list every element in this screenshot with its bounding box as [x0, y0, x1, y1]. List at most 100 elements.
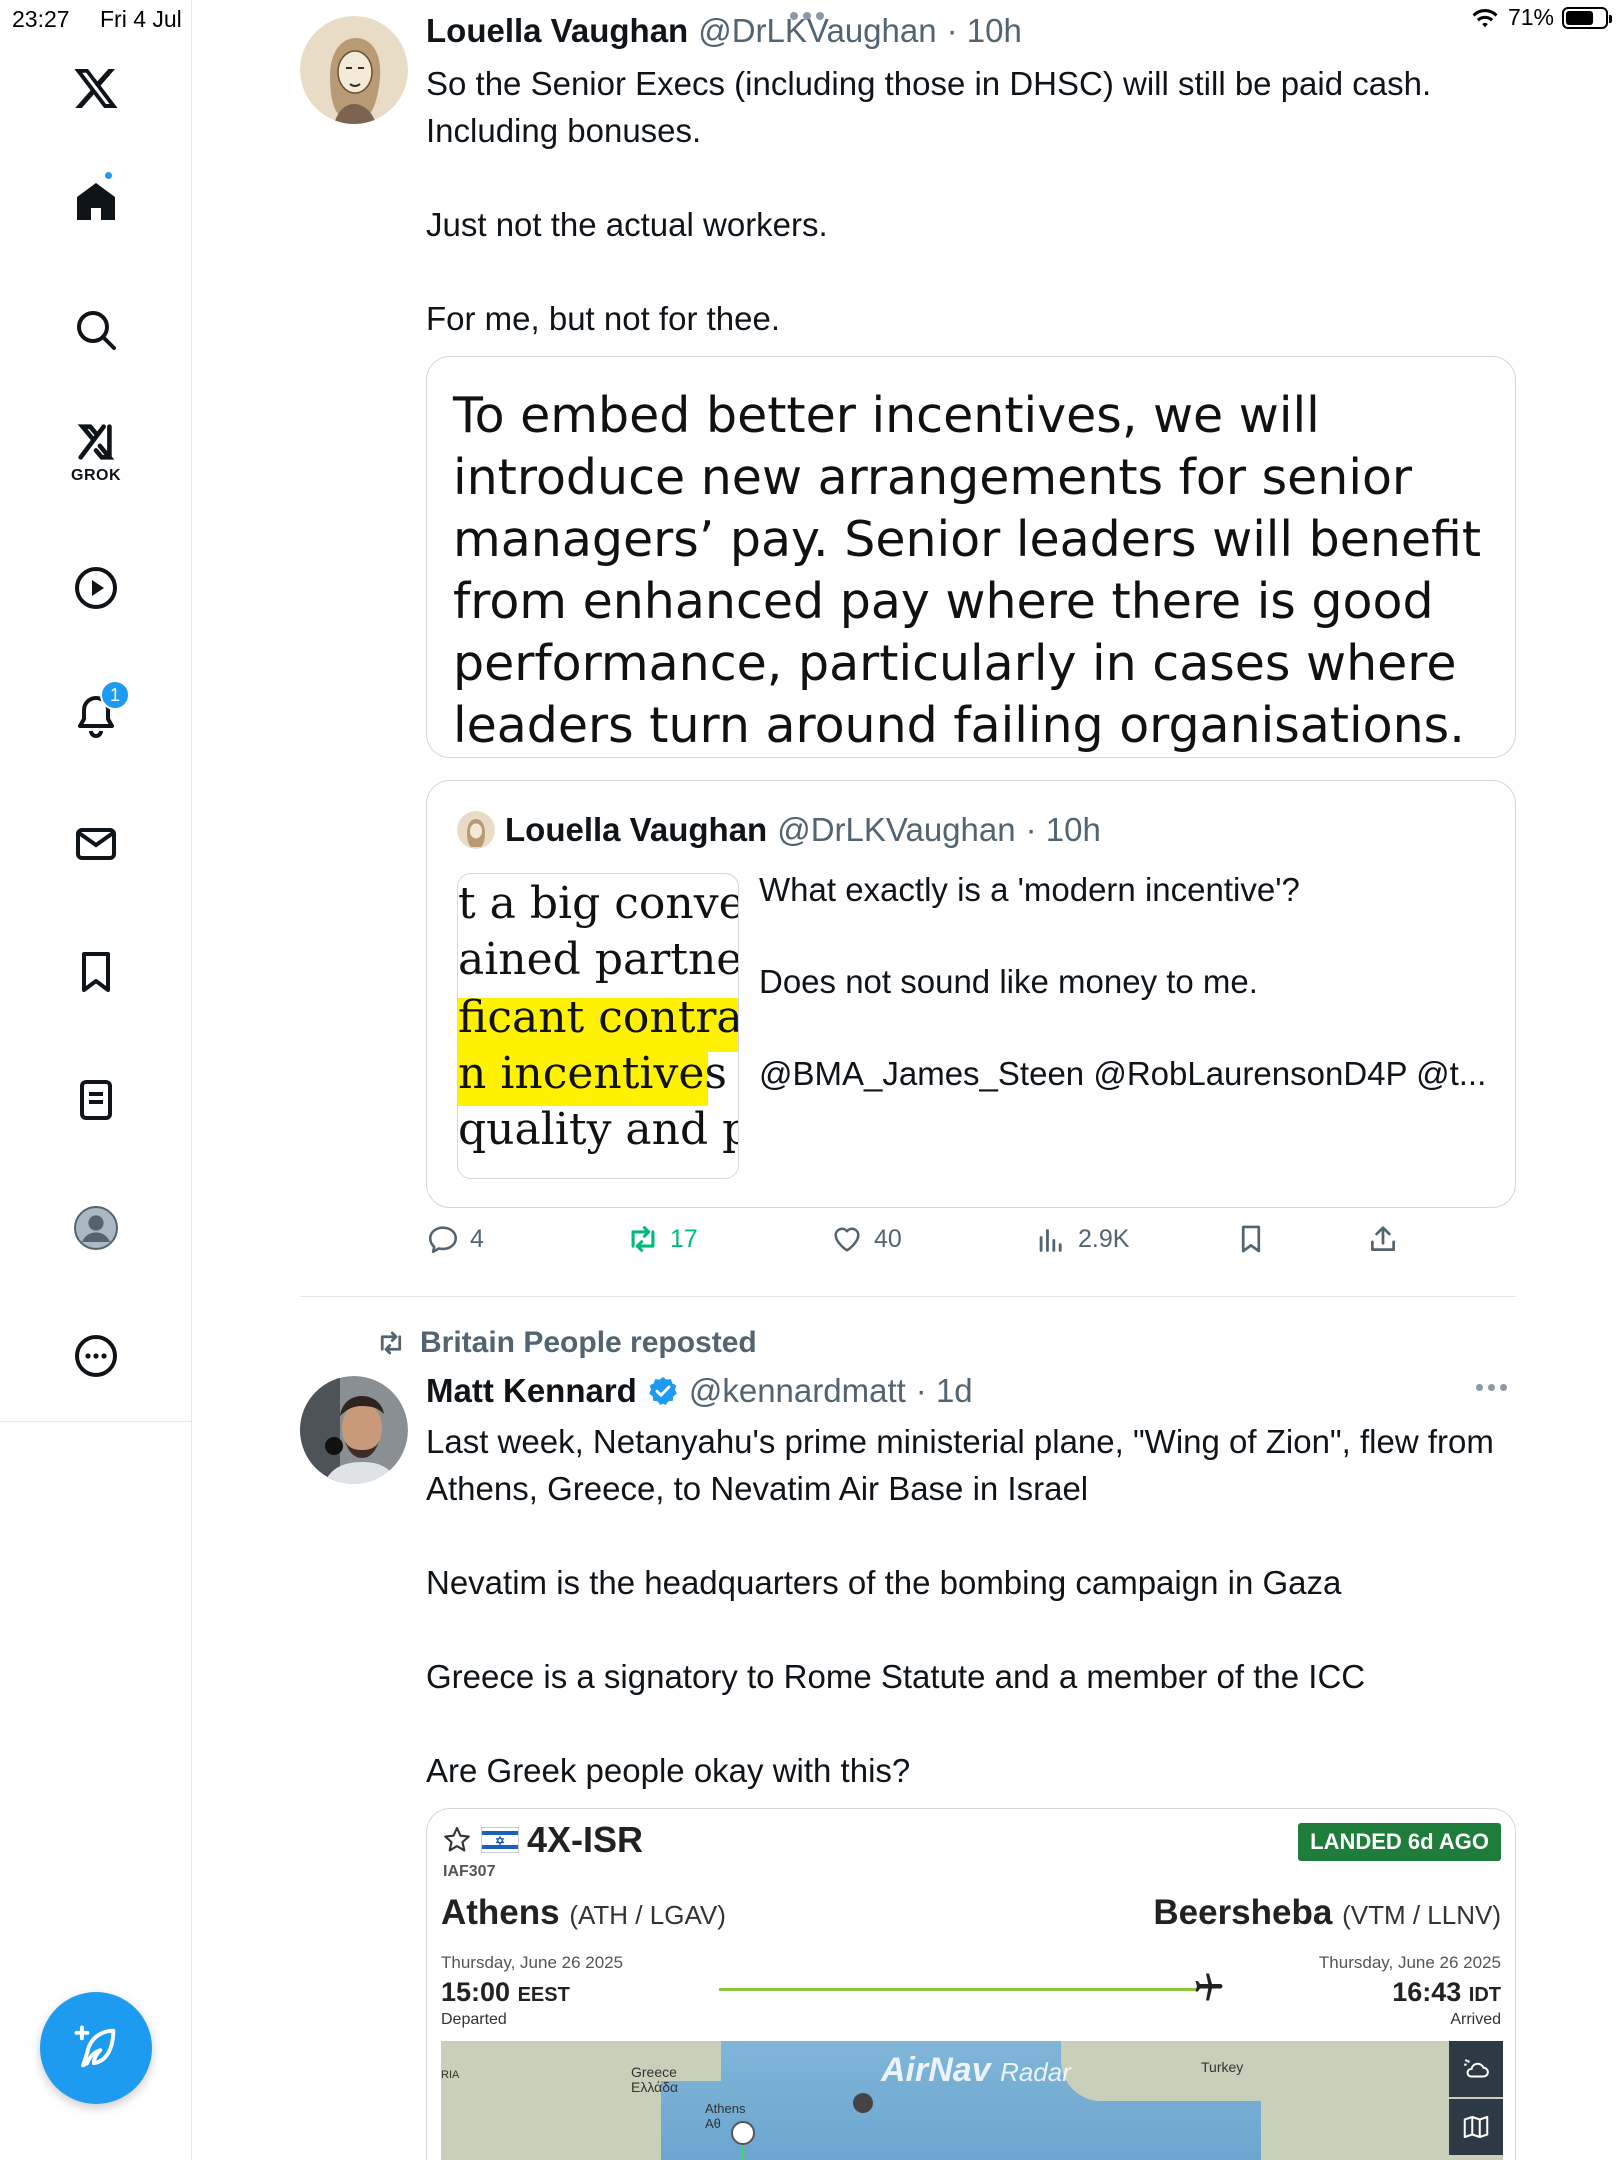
arr-time-value: 16:43 — [1392, 1977, 1462, 2007]
star-icon — [444, 1826, 470, 1852]
flight-origin: Athens (ATH / LGAV) — [441, 1893, 726, 1933]
bookmark-icon — [1241, 1225, 1261, 1253]
video-icon[interactable] — [58, 550, 134, 626]
quoted-time: · 10h — [1025, 811, 1101, 848]
thumb-line: ained partner — [458, 934, 739, 985]
author-name[interactable]: Louella Vaughan — [426, 12, 688, 50]
thumb-line: ficant contract — [458, 992, 739, 1043]
author-handle[interactable]: @kennardmatt — [689, 1372, 906, 1410]
quoted-avatar — [457, 811, 495, 849]
departure-date: Thursday, June 26 2025 — [441, 1953, 624, 1972]
dep-time-value: 15:00 — [441, 1977, 511, 2007]
tweet-time[interactable]: · 1d — [916, 1372, 973, 1410]
cloud-sun-icon — [1464, 2058, 1489, 2078]
tweet-text: Last week, Netanyahu's prime ministerial… — [426, 1423, 1494, 1789]
reply-icon — [428, 1226, 458, 1254]
repost-icon — [380, 1331, 402, 1355]
arrival-date: Thursday, June 26 2025 — [1318, 1953, 1501, 1972]
mail-icon[interactable] — [58, 806, 134, 882]
origin-city: Athens — [441, 1893, 560, 1932]
reposted-by: Britain People reposted — [420, 1326, 757, 1359]
flight-registration-row: ✡ 4X-ISR — [441, 1819, 643, 1861]
departure-status: Departed — [441, 2011, 507, 2028]
more-icon[interactable] — [58, 1318, 134, 1394]
flight-destination: Beersheba (VTM / LLNV) — [1153, 1893, 1501, 1933]
share-button[interactable] — [1366, 1222, 1400, 1256]
compose-post-button[interactable] — [40, 1992, 152, 2104]
battery-icon — [1562, 6, 1612, 29]
profile-icon[interactable] — [58, 1190, 134, 1266]
search-icon[interactable] — [58, 292, 134, 368]
repost-context[interactable]: Britain People reposted — [376, 1326, 757, 1360]
views-button[interactable]: 2.9K — [1034, 1222, 1129, 1256]
view-count: 2.9K — [1078, 1224, 1130, 1253]
flight-image[interactable]: ✡ 4X-ISR IAF307 LANDED 6d AGO Athens (AT… — [426, 1808, 1516, 2160]
more-options-icon[interactable] — [1476, 1384, 1507, 1391]
origin-codes: (ATH / LGAV) — [569, 1900, 726, 1930]
tweet-actions: 4 17 40 2.9K — [426, 1222, 1426, 1272]
avatar[interactable] — [300, 16, 408, 124]
verified-badge-icon — [648, 1377, 677, 1405]
map-origin-marker — [731, 2121, 755, 2145]
tweet-divider — [300, 1296, 1516, 1297]
heart-icon — [834, 1227, 860, 1252]
grok-icon[interactable]: GROK — [58, 414, 134, 490]
tweet-header: Matt Kennard @kennardmatt · 1d — [426, 1372, 973, 1410]
flight-registration: 4X-ISR — [527, 1819, 644, 1860]
bell-icon[interactable]: 1 — [58, 678, 134, 754]
share-icon — [1371, 1226, 1395, 1251]
list-icon[interactable] — [58, 1062, 134, 1138]
map-flight-path — [741, 2145, 743, 2160]
arrival-status: Arrived — [1450, 2011, 1501, 2028]
quoted-text: What exactly is a 'modern incentive'? Do… — [759, 871, 1487, 1092]
notification-badge: 1 — [100, 680, 130, 710]
bookmark-icon[interactable] — [58, 934, 134, 1010]
status-indicators: 71% — [1470, 4, 1612, 31]
thumb-line: n incentives ar — [458, 1048, 738, 1099]
home-unread-dot — [105, 172, 112, 179]
map-brand-suffix: Radar — [1000, 2057, 1071, 2087]
map-brand-name: AirNav — [881, 2051, 991, 2089]
tweet-text: So the Senior Execs (including those in … — [426, 65, 1432, 337]
arrival-time: 16:43 IDT — [1392, 1977, 1501, 2008]
dest-city: Beersheba — [1153, 1893, 1333, 1932]
flight-map: AirNav Radar Greece Ελλάδα Turkey Athens… — [441, 2041, 1503, 2160]
quoted-header: Louella Vaughan @DrLKVaughan · 10h — [505, 811, 1101, 849]
tweet-image[interactable]: To embed better incentives, we will intr… — [426, 356, 1516, 758]
map-label: RIA — [441, 2069, 460, 2081]
flight-number: IAF307 — [443, 1863, 496, 1880]
author-handle[interactable]: @DrLKVaughan — [698, 12, 936, 50]
map-layers-button[interactable] — [1449, 2099, 1503, 2155]
repost-button[interactable]: 17 — [626, 1222, 698, 1256]
map-label: Greece Ελλάδα — [631, 2064, 679, 2095]
tweet-header: Louella Vaughan @DrLKVaughan · 10h — [426, 12, 1022, 50]
arr-timezone: IDT — [1468, 1984, 1501, 2006]
wifi-icon — [1472, 8, 1498, 27]
flight-progress-bar — [719, 1988, 1197, 1991]
thumb-line: t a big convers — [458, 878, 738, 929]
quoted-thumbnail[interactable]: t a big convers ained partner ficant con… — [457, 873, 739, 1179]
map-brand: AirNav Radar — [881, 2051, 1071, 2090]
flight-status-badge: LANDED 6d AGO — [1298, 1823, 1501, 1861]
airplane-icon — [1195, 1973, 1223, 2001]
quoted-author-name: Louella Vaughan — [505, 811, 768, 848]
map-waypoint-marker — [853, 2093, 873, 2113]
home-icon[interactable] — [58, 164, 134, 240]
map-label: Turkey — [1201, 2059, 1244, 2075]
x-logo-icon[interactable] — [58, 50, 134, 126]
battery-percent: 71% — [1507, 4, 1554, 30]
quoted-tweet[interactable]: Louella Vaughan @DrLKVaughan · 10h t a b… — [426, 780, 1516, 1208]
reply-count: 4 — [470, 1224, 484, 1253]
map-icon — [1463, 2116, 1489, 2138]
thumb-line: quality and pro — [458, 1104, 738, 1155]
bookmark-button[interactable] — [1234, 1222, 1268, 1256]
author-name[interactable]: Matt Kennard — [426, 1372, 637, 1410]
tweet-image-text: To embed better incentives, we will intr… — [453, 387, 1482, 754]
departure-time: 15:00 EEST — [441, 1977, 570, 2008]
weather-layer-button[interactable] — [1449, 2041, 1503, 2097]
quoted-author-handle: @DrLKVaughan — [777, 811, 1016, 848]
tweet-time[interactable]: · 10h — [947, 12, 1022, 50]
like-button[interactable]: 40 — [830, 1222, 902, 1256]
reply-button[interactable]: 4 — [426, 1222, 484, 1256]
avatar[interactable] — [300, 1376, 408, 1484]
